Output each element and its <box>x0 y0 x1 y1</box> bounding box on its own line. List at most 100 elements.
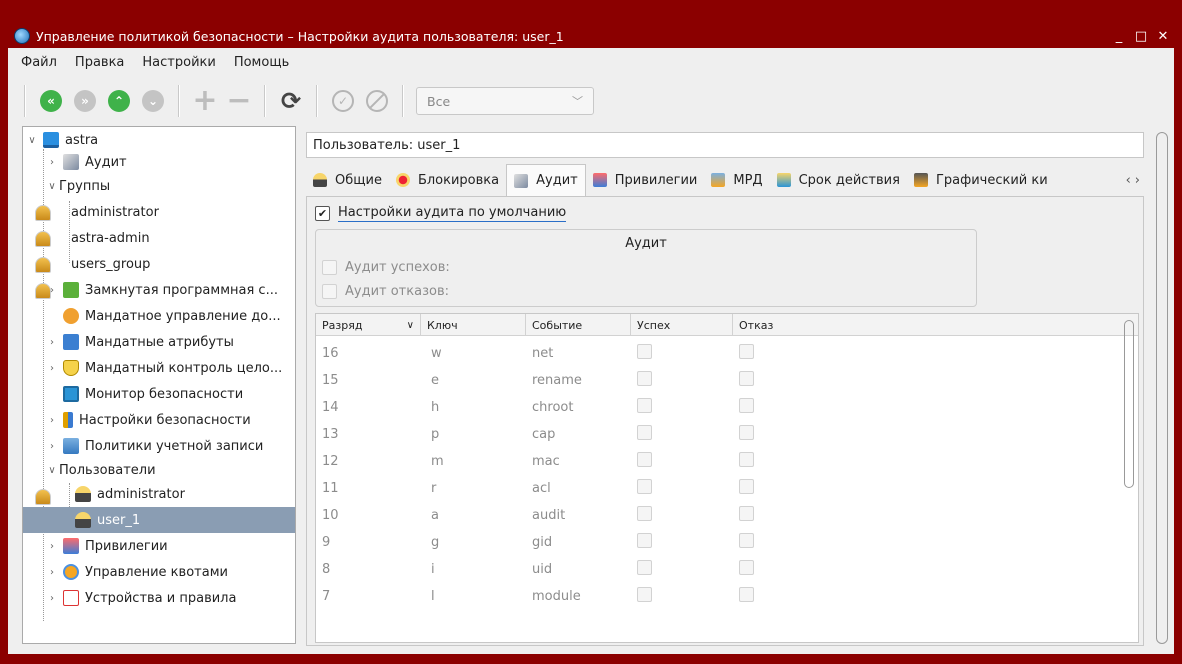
checkbox-icon[interactable] <box>637 371 652 386</box>
tab-lock[interactable]: Блокировка <box>389 165 506 195</box>
menu-settings[interactable]: Настройки <box>133 55 224 70</box>
checkbox-icon[interactable] <box>739 452 754 467</box>
column-header-key[interactable]: Ключ <box>421 314 526 336</box>
checkbox-icon[interactable] <box>637 533 652 548</box>
checkbox-icon[interactable] <box>739 587 754 602</box>
menu-help[interactable]: Помощь <box>225 55 298 70</box>
table-row[interactable]: 11 r acl <box>316 475 1138 502</box>
tree-item-group-astra-admin[interactable]: astra-admin <box>23 225 295 273</box>
checkbox-icon[interactable] <box>739 344 754 359</box>
chevron-down-icon[interactable]: ∨ <box>25 135 39 146</box>
table-row[interactable]: 8 i uid <box>316 556 1138 583</box>
chevron-right-icon[interactable]: › <box>45 541 59 552</box>
chevron-right-icon[interactable]: › <box>45 285 59 296</box>
checkbox-icon[interactable] <box>739 533 754 548</box>
chevron-right-icon[interactable]: › <box>45 567 59 578</box>
checkbox-icon[interactable] <box>637 479 652 494</box>
column-header-success[interactable]: Успех <box>631 314 733 336</box>
remove-button[interactable]: − <box>225 86 253 116</box>
checkbox-icon[interactable] <box>739 398 754 413</box>
audit-events-table[interactable]: Разряд ∨ Ключ Событие Успех Отказ 16 w net … <box>315 313 1139 643</box>
default-audit-checkbox[interactable]: ✔ Настройки аудита по умолчанию <box>315 205 567 222</box>
pane-scrollbar[interactable] <box>1156 132 1168 644</box>
tree-item-users[interactable]: ∨ Пользователи <box>23 457 295 505</box>
tree-item-privileges[interactable]: › Привилегии <box>23 533 295 559</box>
column-header-failure[interactable]: Отказ <box>733 314 1138 336</box>
tree-item-user-1[interactable]: user_1 <box>23 507 295 533</box>
tree-item-security-settings[interactable]: › Настройки безопасности <box>23 407 295 433</box>
chevron-right-icon[interactable]: › <box>45 593 59 604</box>
checkbox-icon[interactable] <box>322 284 337 299</box>
chevron-right-icon[interactable]: › <box>45 337 59 348</box>
chevron-left-icon[interactable]: ‹ <box>1126 173 1131 188</box>
table-row[interactable]: 16 w net <box>316 340 1138 367</box>
table-row[interactable]: 10 a audit <box>316 502 1138 529</box>
checkbox-icon[interactable] <box>739 371 754 386</box>
table-row[interactable]: 12 m mac <box>316 448 1138 475</box>
tree-item-group-administrator[interactable]: administrator <box>23 199 295 247</box>
tab-expiry[interactable]: Срок действия <box>770 165 907 195</box>
checkbox-icon[interactable] <box>739 425 754 440</box>
tree-item-groups[interactable]: ∨ Группы <box>23 173 295 221</box>
tree-item-devices[interactable]: › Устройства и правила <box>23 585 295 611</box>
table-row[interactable]: 14 h chroot <box>316 394 1138 421</box>
tree-item-audit[interactable]: › Аудит <box>23 149 295 175</box>
tree-item-closed-software[interactable]: › Замкнутая программная с... <box>23 277 295 303</box>
filter-select[interactable]: Все ﹀ <box>416 87 594 115</box>
navigation-tree[interactable]: ∨ astra › Аудит ∨ Группы administrator a… <box>22 126 296 644</box>
table-row[interactable]: 13 p cap <box>316 421 1138 448</box>
maximize-button[interactable]: □ <box>1130 29 1152 44</box>
column-header-event[interactable]: Событие <box>526 314 631 336</box>
menu-edit[interactable]: Правка <box>66 55 133 70</box>
checkbox-icon[interactable] <box>739 560 754 575</box>
title-bar[interactable]: Управление политикой безопасности – Наст… <box>8 24 1174 48</box>
checkbox-icon[interactable] <box>637 587 652 602</box>
chevron-down-icon[interactable]: ∨ <box>45 181 59 192</box>
cancel-button[interactable] <box>363 87 391 115</box>
table-scrollbar[interactable] <box>1124 320 1134 488</box>
table-row[interactable]: 7 l module <box>316 583 1138 610</box>
minimize-button[interactable]: _ <box>1108 29 1130 44</box>
apply-button[interactable]: ✓ <box>329 87 357 115</box>
checkbox-icon[interactable] <box>637 506 652 521</box>
table-row[interactable]: 15 e rename <box>316 367 1138 394</box>
tab-audit[interactable]: Аудит <box>506 164 586 196</box>
chevron-right-icon[interactable]: › <box>45 157 59 168</box>
tab-general[interactable]: Общие <box>306 165 389 195</box>
checkbox-icon[interactable] <box>322 260 337 275</box>
chevron-down-icon[interactable]: ∨ <box>45 465 59 476</box>
checkbox-checked-icon[interactable]: ✔ <box>315 206 330 221</box>
tab-privileges[interactable]: Привилегии <box>586 165 705 195</box>
tree-item-group-users[interactable]: users_group <box>23 251 295 299</box>
last-button[interactable]: » <box>71 87 99 115</box>
checkbox-icon[interactable] <box>739 506 754 521</box>
tab-graphical-key[interactable]: Графический ки <box>907 165 1055 195</box>
up-button[interactable]: ⌃ <box>105 87 133 115</box>
checkbox-icon[interactable] <box>637 344 652 359</box>
table-row[interactable]: 9 g gid <box>316 529 1138 556</box>
add-button[interactable]: + <box>191 86 219 116</box>
checkbox-icon[interactable] <box>637 425 652 440</box>
checkbox-icon[interactable] <box>739 479 754 494</box>
column-header-bit[interactable]: Разряд ∨ <box>316 314 421 336</box>
audit-failure-checkbox[interactable]: Аудит отказов: <box>322 284 449 299</box>
first-button[interactable]: « <box>37 87 65 115</box>
chevron-right-icon[interactable]: › <box>45 415 59 426</box>
tree-item-integrity-control[interactable]: › Мандатный контроль цело... <box>23 355 295 381</box>
checkbox-icon[interactable] <box>637 398 652 413</box>
tab-mrd[interactable]: МРД <box>704 165 769 195</box>
refresh-button[interactable]: ⟳ <box>277 87 305 115</box>
chevron-right-icon[interactable]: › <box>45 363 59 374</box>
audit-success-checkbox[interactable]: Аудит успехов: <box>322 260 450 275</box>
checkbox-icon[interactable] <box>637 560 652 575</box>
chevron-right-icon[interactable]: › <box>1135 173 1140 188</box>
tree-item-user-administrator[interactable]: administrator <box>23 481 295 507</box>
tree-item-security-monitor[interactable]: Монитор безопасности <box>23 381 295 407</box>
checkbox-icon[interactable] <box>637 452 652 467</box>
tree-item-account-policies[interactable]: › Политики учетной записи <box>23 433 295 459</box>
menu-file[interactable]: Файл <box>12 55 66 70</box>
tree-item-mandatory-attributes[interactable]: › Мандатные атрибуты <box>23 329 295 355</box>
chevron-right-icon[interactable]: › <box>45 441 59 452</box>
tree-item-mandatory-access[interactable]: Мандатное управление до... <box>23 303 295 329</box>
tree-item-quotas[interactable]: › Управление квотами <box>23 559 295 585</box>
